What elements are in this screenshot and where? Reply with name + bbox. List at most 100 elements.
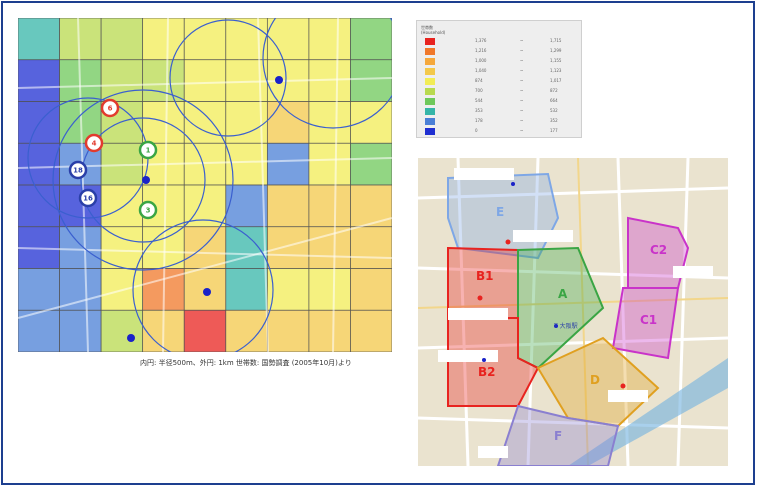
legend-swatch bbox=[425, 118, 435, 125]
grid-cell bbox=[18, 101, 60, 144]
legend-row: 700 ~872 bbox=[425, 87, 575, 96]
zone-label-box bbox=[608, 390, 648, 402]
map-pin[interactable]: 18 bbox=[68, 160, 88, 180]
map-pin-label: 6 bbox=[108, 105, 113, 113]
legend-sep: ~ bbox=[520, 38, 524, 43]
grid-cell bbox=[183, 59, 227, 102]
map-pin-label: 18 bbox=[73, 167, 83, 175]
grid-cell bbox=[350, 268, 392, 311]
zone-label: B2 bbox=[478, 365, 496, 379]
legend-row: 1,376 ~1,715 bbox=[425, 37, 575, 46]
grid-cell bbox=[100, 18, 144, 61]
legend-swatch bbox=[425, 108, 435, 115]
map-pin[interactable]: 3 bbox=[138, 200, 158, 220]
legend-high: 532 bbox=[550, 108, 558, 113]
station-marker-label: T 大阪駅 bbox=[553, 322, 578, 330]
legend-sep: ~ bbox=[520, 98, 524, 103]
legend-high: 1,155 bbox=[550, 58, 562, 63]
legend-low: 1,216 bbox=[475, 48, 487, 53]
legend-low: 0 bbox=[475, 128, 478, 133]
legend-low: 1,000 bbox=[475, 58, 487, 63]
grid-cell bbox=[142, 18, 185, 61]
legend-swatch bbox=[425, 98, 435, 105]
legend-swatch bbox=[425, 88, 435, 95]
legend-low: 874 bbox=[475, 78, 483, 83]
grid-cell bbox=[308, 142, 351, 186]
grid-cell bbox=[308, 309, 351, 352]
grid-cell bbox=[350, 101, 392, 144]
grid-cell bbox=[183, 226, 227, 269]
grid-cell bbox=[350, 226, 392, 269]
household-grid-map[interactable]: 6 4 1 3 18 16 bbox=[18, 18, 392, 352]
zone-label: F bbox=[554, 429, 562, 443]
map-pin-label: 3 bbox=[146, 207, 151, 215]
legend-swatch bbox=[425, 38, 435, 45]
zone-label-box bbox=[448, 308, 508, 320]
legend-sep: ~ bbox=[520, 108, 524, 113]
grid-cell bbox=[18, 59, 60, 102]
map-pin[interactable]: 6 bbox=[100, 98, 120, 118]
grid-cell bbox=[350, 59, 392, 102]
grid-cell bbox=[225, 226, 268, 269]
grid-cell bbox=[266, 18, 310, 61]
legend-row: 1,000 ~1,155 bbox=[425, 57, 575, 66]
legend-sep: ~ bbox=[520, 118, 524, 123]
legend-row: 1,040 ~1,123 bbox=[425, 67, 575, 76]
legend-high: 1,715 bbox=[550, 38, 562, 43]
legend-row: 544 ~664 bbox=[425, 97, 575, 106]
legend-swatch bbox=[425, 68, 435, 75]
zone-label-box bbox=[673, 266, 713, 278]
grid-cell bbox=[18, 268, 60, 311]
zone-area[interactable] bbox=[447, 246, 519, 319]
map-pin[interactable]: 16 bbox=[78, 188, 98, 208]
legend-low: 700 bbox=[475, 88, 483, 93]
zone-label-box bbox=[438, 350, 498, 362]
zone-label: C2 bbox=[650, 243, 667, 257]
legend-title: 世帯数 (Household) bbox=[421, 25, 445, 35]
legend-row: 874 ~1,017 bbox=[425, 77, 575, 86]
legend-high: 664 bbox=[550, 98, 558, 103]
zone-label-box bbox=[454, 168, 514, 180]
grid-cell bbox=[350, 309, 392, 352]
grid-cell bbox=[142, 59, 185, 102]
grid-cell bbox=[100, 309, 144, 352]
legend-sep: ~ bbox=[520, 128, 524, 133]
legend-high: 1,123 bbox=[550, 68, 562, 73]
grid-cell bbox=[59, 184, 102, 228]
legend-sep: ~ bbox=[520, 78, 524, 83]
grid-cell bbox=[266, 142, 310, 186]
grid-cell bbox=[308, 226, 351, 269]
zone-label: C1 bbox=[640, 313, 657, 327]
legend-sep: ~ bbox=[520, 48, 524, 53]
legend-swatch bbox=[425, 58, 435, 65]
grid-cell bbox=[183, 309, 227, 352]
grid-cell bbox=[59, 309, 102, 352]
map-pin[interactable]: 4 bbox=[84, 133, 104, 153]
grid-cell bbox=[266, 101, 310, 144]
map-pin-label: 16 bbox=[83, 195, 93, 203]
grid-cell bbox=[308, 101, 351, 144]
zone-label: B1 bbox=[476, 269, 494, 283]
legend-title-line2: (Household) bbox=[421, 30, 446, 35]
legend-low: 544 bbox=[475, 98, 483, 103]
zone-label-box bbox=[478, 446, 508, 458]
grid-cell bbox=[225, 268, 268, 311]
grid-cell bbox=[308, 268, 351, 311]
legend-sep: ~ bbox=[520, 68, 524, 73]
legend-high: 872 bbox=[550, 88, 558, 93]
map-pin-label: 4 bbox=[92, 140, 97, 148]
legend-high: 1,299 bbox=[550, 48, 562, 53]
grid-cell bbox=[350, 18, 392, 61]
zone-map[interactable]: E B1 A C2 C1 B2 D F T 大阪駅 bbox=[418, 158, 728, 466]
household-legend: 世帯数 (Household) 1,376 ~1,715 1,216 ~1,299 1,… bbox=[416, 20, 582, 138]
grid-cell bbox=[100, 59, 144, 102]
legend-high: 352 bbox=[550, 118, 558, 123]
legend-sep: ~ bbox=[520, 58, 524, 63]
grid-cell bbox=[266, 184, 310, 228]
map-pin[interactable]: 1 bbox=[138, 140, 158, 160]
zone-label: A bbox=[558, 287, 568, 301]
grid-cell bbox=[225, 309, 268, 352]
grid-cell bbox=[266, 309, 310, 352]
legend-swatch bbox=[425, 48, 435, 55]
zone-label-box bbox=[513, 230, 573, 242]
